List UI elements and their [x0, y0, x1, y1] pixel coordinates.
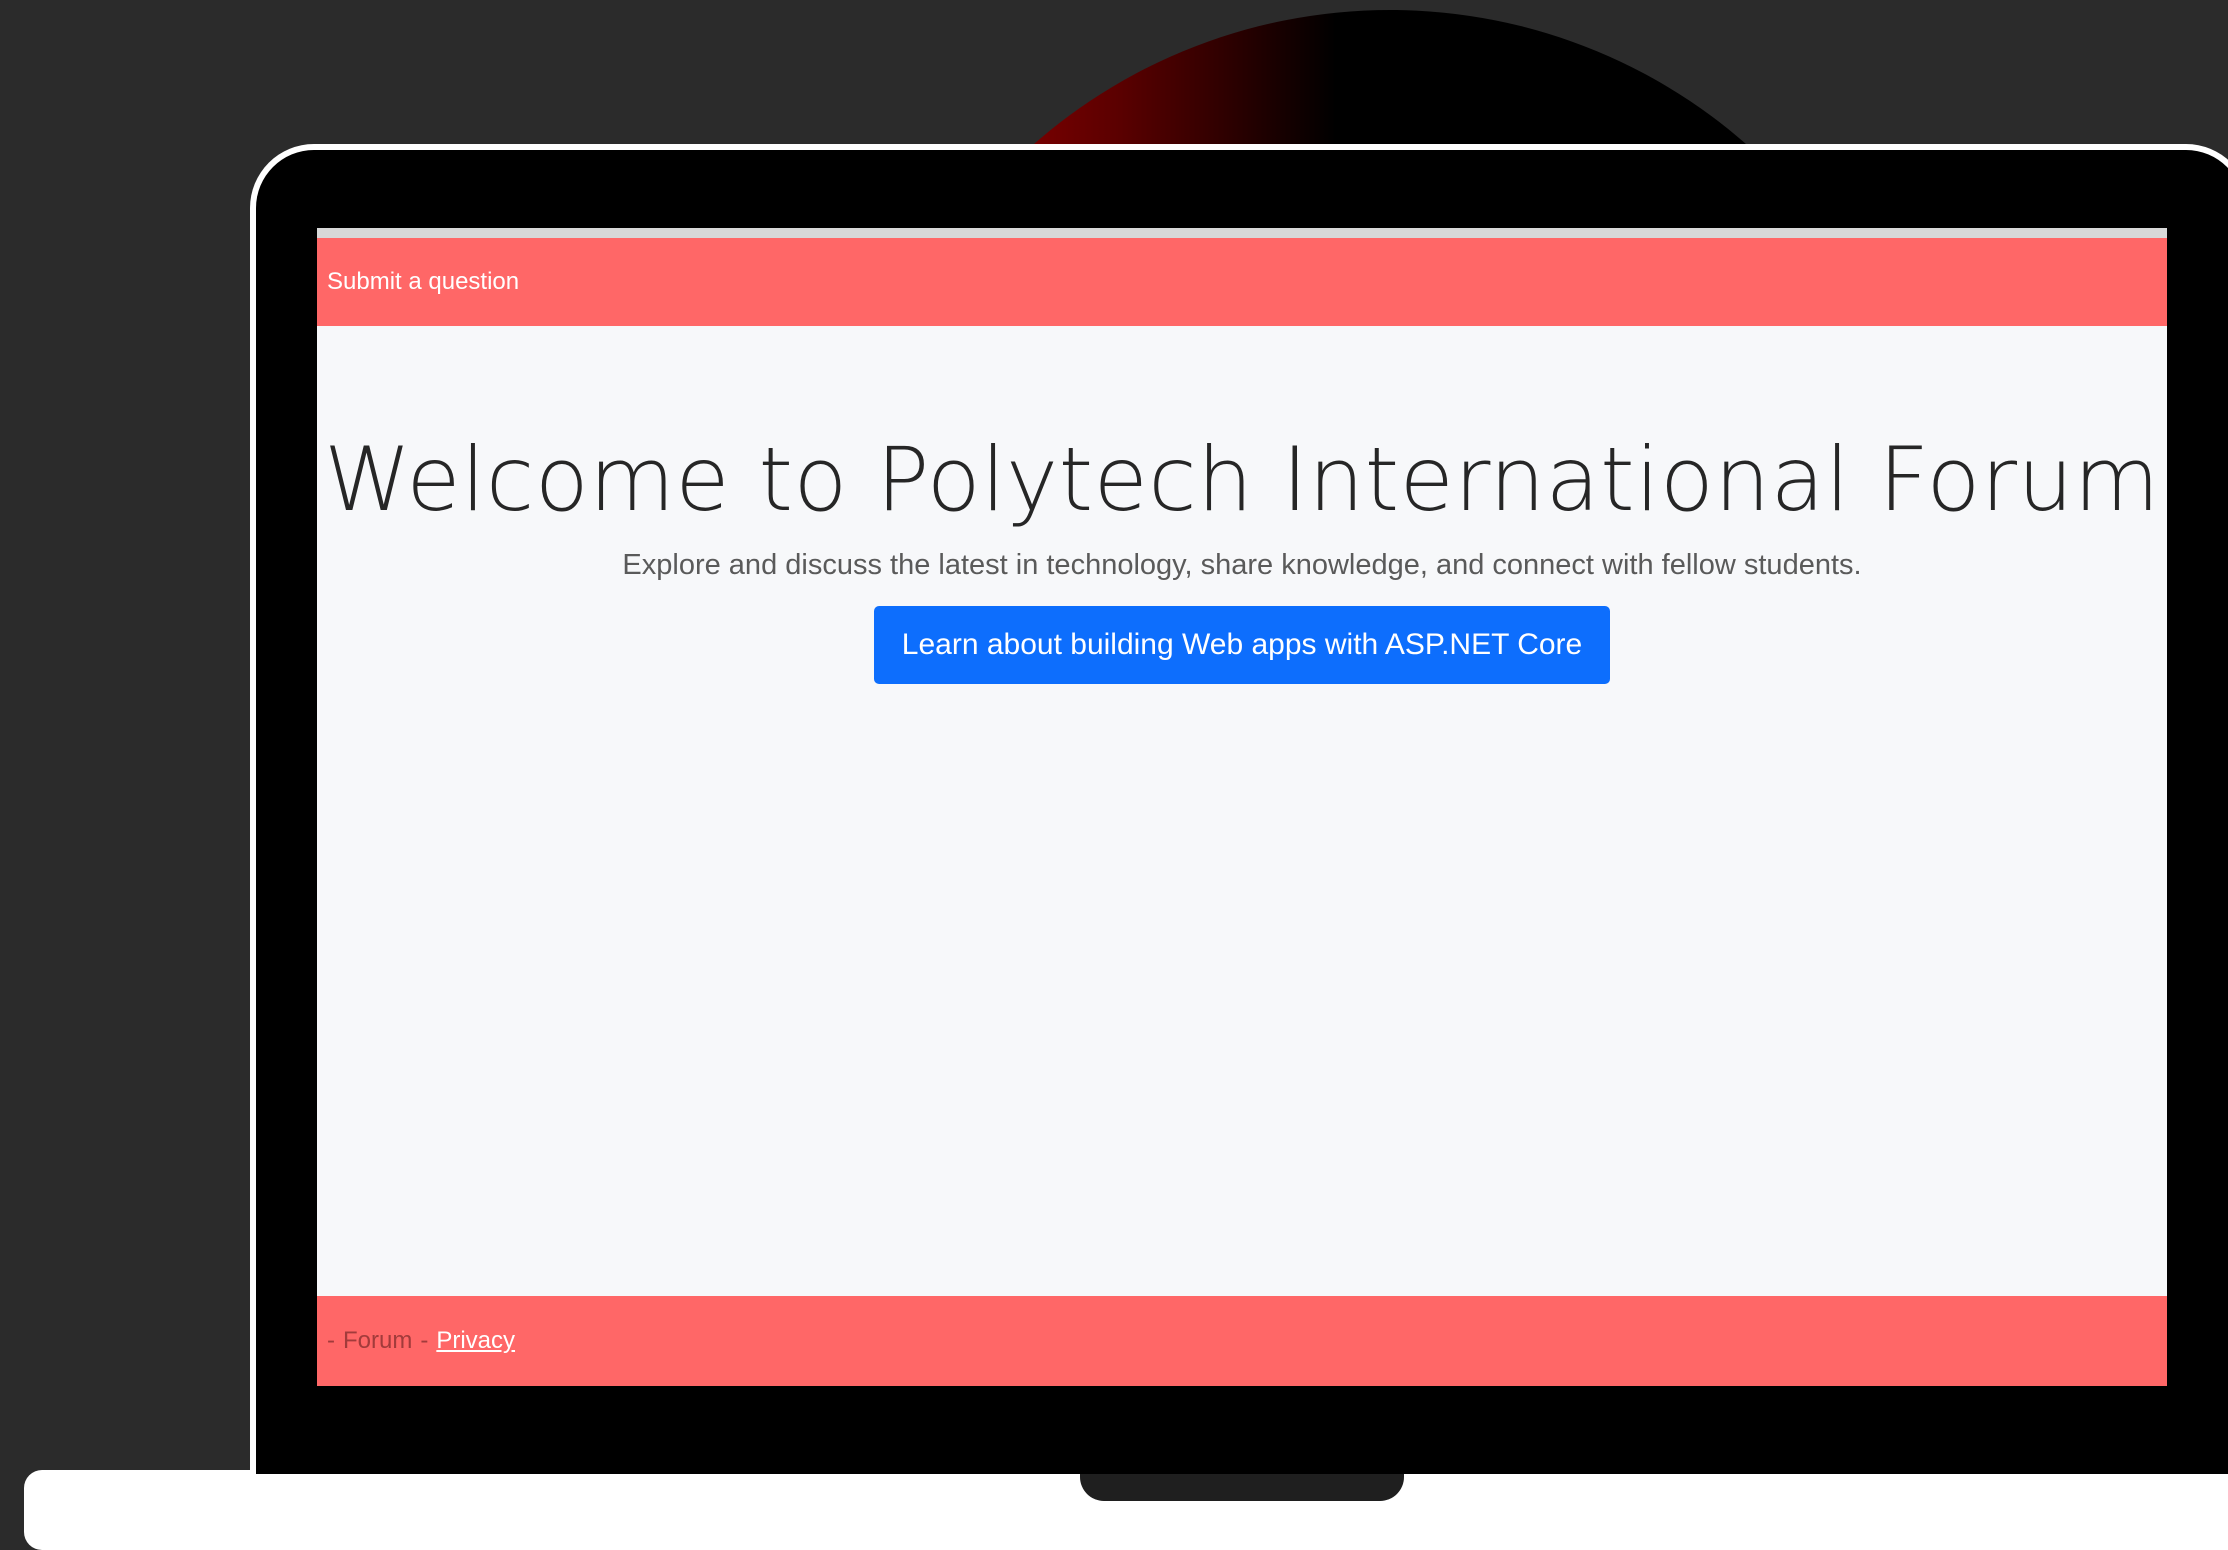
- page-subtitle: Explore and discuss the latest in techno…: [622, 549, 1862, 581]
- browser-screen: Submit a question Welcome to Polytech In…: [317, 228, 2167, 1386]
- top-navbar: Submit a question: [317, 228, 2167, 326]
- footer: - Forum - Privacy: [317, 1296, 2167, 1386]
- hero-section: Welcome to Polytech International Forum …: [317, 428, 2167, 684]
- learn-aspnet-button[interactable]: Learn about building Web apps with ASP.N…: [873, 606, 1611, 684]
- privacy-link[interactable]: Privacy: [436, 1327, 515, 1355]
- footer-forum-label: Forum: [343, 1327, 413, 1354]
- footer-separator: -: [420, 1327, 429, 1354]
- page-title: Welcome to Polytech International Forum: [323, 428, 2160, 531]
- footer-dash: -: [327, 1327, 335, 1354]
- submit-question-link[interactable]: Submit a question: [327, 268, 519, 296]
